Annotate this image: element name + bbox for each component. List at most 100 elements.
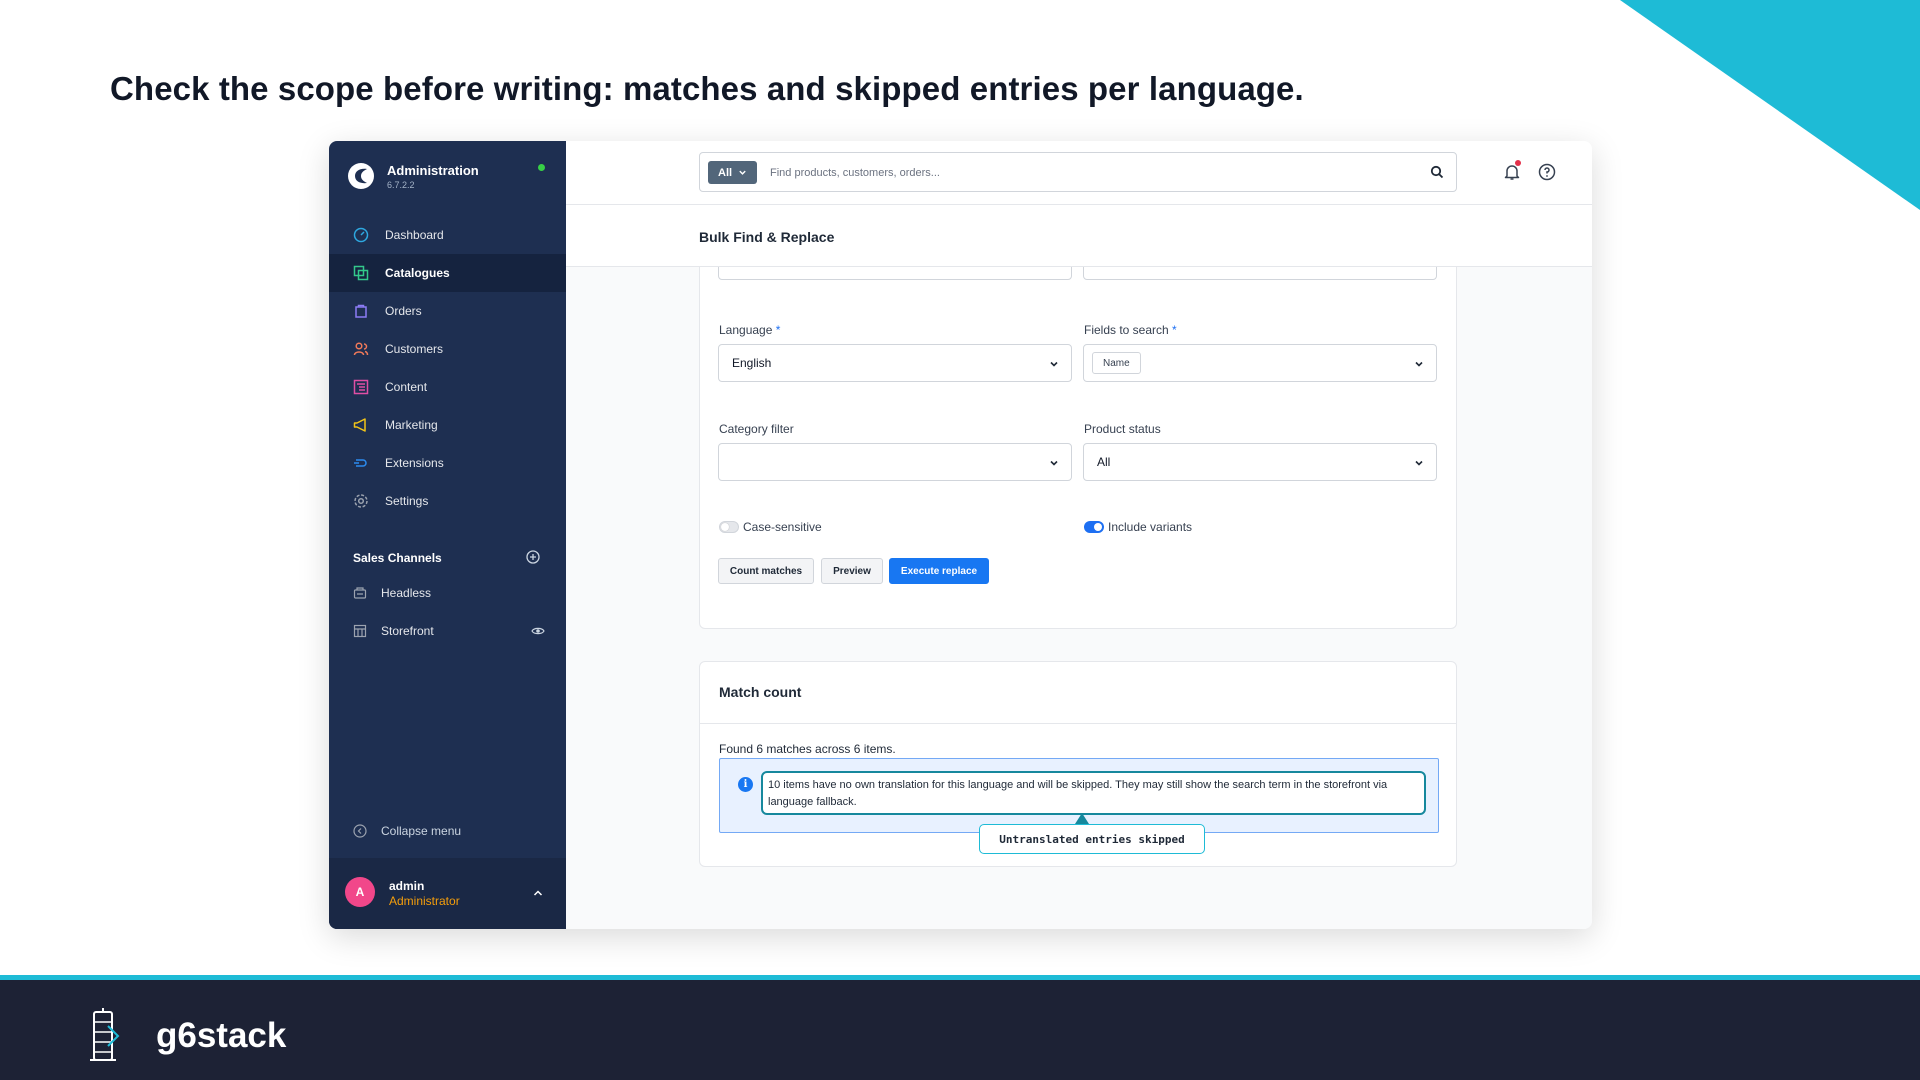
extensions-icon (354, 459, 367, 467)
include-variants-label: Include variants (1108, 520, 1193, 534)
user-role: Administrator (389, 894, 460, 908)
search-scope-label: All (718, 166, 733, 179)
sales-channels-title: Sales Channels (353, 551, 442, 565)
match-count-title: Match count (719, 684, 802, 700)
fields-to-search-select[interactable]: Name (1083, 344, 1437, 382)
sidebar-item-content[interactable]: Content (329, 368, 566, 406)
case-sensitive-toggle[interactable] (719, 521, 739, 533)
sidebar-item-orders[interactable]: Orders (329, 292, 566, 330)
user-menu[interactable]: A admin Administrator (329, 858, 566, 929)
category-filter-label: Category filter (719, 422, 794, 436)
include-variants-row: Include variants (1084, 520, 1192, 534)
main-nav: Dashboard Catalogues Orders Customers Co… (329, 216, 566, 520)
collapse-menu-button[interactable]: Collapse menu (353, 824, 461, 838)
sidebar-item-label: Dashboard (385, 228, 444, 242)
brand-logo-icon (348, 163, 374, 189)
main-content: Language * English Fields to search * Na… (566, 267, 1592, 929)
preview-button[interactable]: Preview (821, 558, 883, 584)
slide-headline: Check the scope before writing: matches … (110, 70, 1304, 107)
admin-window: Administration 6.7.2.2 Dashboard Catalog… (329, 141, 1592, 929)
orders-icon (355, 304, 367, 318)
g6stack-logo-icon (90, 1008, 120, 1061)
sidebar-item-customers[interactable]: Customers (329, 330, 566, 368)
product-status-select[interactable]: All (1083, 443, 1437, 481)
language-label: Language * (719, 323, 781, 337)
chevron-up-icon[interactable] (532, 887, 544, 899)
chevron-down-icon (1050, 361, 1058, 367)
match-count-card: Match count Found 6 matches across 6 ite… (699, 661, 1457, 867)
sidebar: Administration 6.7.2.2 Dashboard Catalog… (329, 141, 566, 929)
match-summary: Found 6 matches across 6 items. (719, 742, 896, 756)
page-title: Bulk Find & Replace (699, 229, 835, 245)
slide-footer: g6stack (0, 975, 1920, 1080)
sidebar-item-headless[interactable]: Headless (353, 583, 553, 603)
add-channel-icon[interactable] (526, 550, 540, 564)
help-icon[interactable] (1538, 163, 1556, 181)
alert-message: 10 items have no own translation for thi… (761, 771, 1426, 815)
global-search: All (699, 152, 1457, 192)
brand-title: Administration (387, 162, 479, 178)
case-sensitive-row: Case-sensitive (719, 520, 822, 534)
sidebar-item-label: Orders (385, 304, 422, 318)
app-version: 6.7.2.2 (387, 179, 415, 190)
sidebar-item-settings[interactable]: Settings (329, 482, 566, 520)
sidebar-item-label: Settings (385, 494, 429, 508)
settings-card: Language * English Fields to search * Na… (699, 267, 1457, 629)
sidebar-item-label: Extensions (385, 456, 444, 470)
chevron-down-icon (739, 170, 746, 175)
language-value: English (732, 356, 772, 370)
customers-icon (353, 342, 369, 356)
sidebar-item-storefront[interactable]: Storefront (353, 621, 553, 641)
notification-badge (1515, 160, 1521, 166)
storefront-icon (353, 624, 367, 638)
count-matches-button[interactable]: Count matches (718, 558, 814, 584)
include-variants-toggle[interactable] (1084, 521, 1104, 533)
eye-icon[interactable] (531, 624, 545, 638)
settings-icon (354, 494, 368, 508)
dashboard-icon (353, 227, 369, 243)
execute-replace-button[interactable]: Execute replace (889, 558, 989, 584)
upper-field-right[interactable] (1083, 267, 1437, 280)
search-icon[interactable] (1430, 165, 1444, 179)
collapse-icon (353, 824, 367, 838)
tooltip-arrow (1075, 813, 1089, 824)
sidebar-item-dashboard[interactable]: Dashboard (329, 216, 566, 254)
catalogues-icon (353, 265, 369, 281)
marketing-icon (353, 418, 366, 432)
sidebar-item-marketing[interactable]: Marketing (329, 406, 566, 444)
page-header: Bulk Find & Replace (566, 205, 1592, 267)
fields-to-search-label: Fields to search * (1084, 323, 1177, 337)
channel-label: Storefront (381, 624, 434, 638)
chevron-down-icon (1415, 460, 1423, 466)
channel-label: Headless (381, 586, 432, 600)
chevron-down-icon (1415, 361, 1423, 367)
sidebar-item-label: Customers (385, 342, 444, 356)
online-status-dot (538, 164, 545, 171)
search-input[interactable] (770, 162, 1410, 184)
category-filter-select[interactable] (718, 443, 1072, 481)
product-status-label: Product status (1084, 422, 1161, 436)
field-chip-name[interactable]: Name (1092, 352, 1141, 374)
callout-tooltip: Untranslated entries skipped (979, 824, 1205, 854)
info-icon: i (738, 777, 753, 792)
headless-icon (353, 587, 367, 599)
sidebar-item-extensions[interactable]: Extensions (329, 444, 566, 482)
avatar: A (345, 877, 375, 907)
case-sensitive-label: Case-sensitive (743, 520, 822, 534)
chevron-down-icon (1050, 460, 1058, 466)
sidebar-item-label: Catalogues (385, 266, 450, 280)
brand[interactable]: Administration 6.7.2.2 (347, 159, 479, 193)
collapse-label: Collapse menu (381, 824, 462, 838)
footer-brand: g6stack (156, 1016, 287, 1055)
card-divider (700, 723, 1456, 724)
product-status-value: All (1097, 455, 1111, 469)
corner-accent (1620, 0, 1920, 210)
user-name: admin (389, 879, 425, 893)
content-icon (353, 379, 369, 395)
sidebar-item-catalogues[interactable]: Catalogues (329, 254, 566, 292)
sidebar-item-label: Content (385, 380, 428, 394)
upper-field-left[interactable] (718, 267, 1072, 280)
search-scope-dropdown[interactable]: All (708, 161, 758, 184)
top-bar: All (566, 141, 1592, 205)
language-select[interactable]: English (718, 344, 1072, 382)
